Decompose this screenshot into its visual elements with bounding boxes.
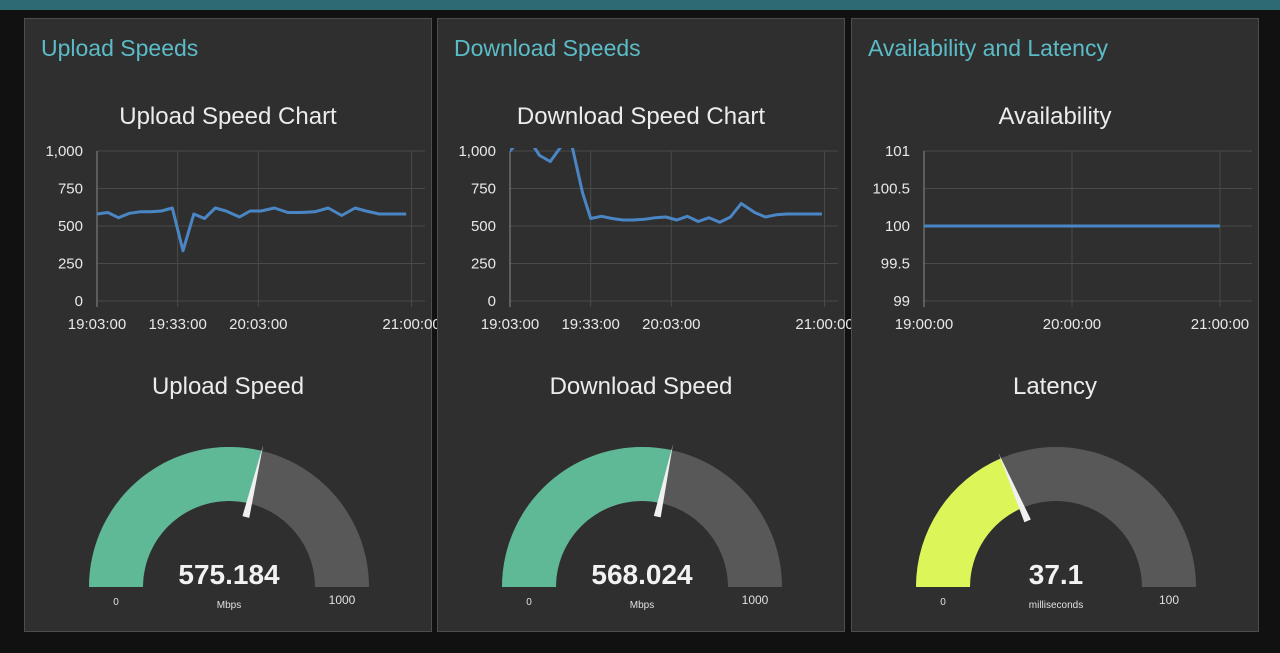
panel-download: Download Speeds Download Speed Chart 0 25… — [437, 18, 854, 632]
y-tick-label: 750 — [58, 181, 83, 198]
y-tick-label: 99 — [893, 293, 910, 310]
gauge-max-label: 1000 — [742, 593, 769, 607]
y-tick-label: 500 — [58, 218, 83, 235]
y-tick-label: 250 — [471, 256, 496, 273]
y-tick-label: 101 — [885, 143, 910, 160]
upload-speed-chart[interactable]: 0 250 500 750 1,000 19:03:00 19:33:00 20:03:00 2… — [25, 139, 440, 361]
y-tick-label: 99.5 — [881, 256, 910, 273]
gauge-title: Download Speed — [549, 373, 733, 400]
x-tick-label: 21:00:00 — [382, 316, 440, 333]
gauge-min-label: 0 — [113, 597, 119, 608]
gauge-max-label: 100 — [1159, 593, 1179, 607]
x-tick-label: 21:00:00 — [1191, 316, 1249, 333]
gauge-title: Latency — [1012, 373, 1098, 400]
gauge-units: Mbps — [630, 600, 654, 611]
y-tick-label: 1,000 — [458, 143, 496, 160]
gauge-min-label: 0 — [526, 597, 532, 608]
gauge-max-label: 1000 — [329, 593, 356, 607]
availability-chart[interactable]: 99 99.5 100 100.5 101 19:00:00 20:00:00 21:00:0… — [852, 139, 1260, 361]
gauge-value: 37.1 — [1029, 559, 1084, 590]
x-tick-label: 19:03:00 — [481, 316, 539, 333]
panel-availability-latency: Availability and Latency Availability 99… — [851, 18, 1259, 632]
panel-title: Download Speeds — [454, 35, 641, 61]
y-tick-label: 750 — [471, 181, 496, 198]
chart-title: Upload Speed Chart — [119, 103, 337, 130]
panel-title: Availability and Latency — [868, 35, 1108, 61]
gauge-title: Upload Speed — [151, 373, 305, 400]
y-tick-label: 1,000 — [45, 143, 83, 160]
x-tick-label: 19:00:00 — [895, 316, 953, 333]
gauge-fill — [916, 458, 1023, 587]
series-line — [97, 206, 407, 253]
panel-title: Upload Speeds — [41, 35, 199, 61]
y-tick-label: 100.5 — [872, 181, 910, 198]
download-speed-gauge: 568.024 Mbps 0 1000 — [502, 444, 782, 611]
gauge-units: Mbps — [217, 600, 241, 611]
x-tick-label: 19:33:00 — [561, 316, 619, 333]
x-tick-label: 20:03:00 — [229, 316, 287, 333]
chart-title: Availability — [998, 103, 1112, 130]
y-tick-label: 0 — [75, 293, 83, 310]
x-tick-label: 21:00:00 — [795, 316, 853, 333]
gauge-value: 568.024 — [591, 559, 693, 590]
y-tick-label: 0 — [488, 293, 496, 310]
y-tick-label: 100 — [885, 218, 910, 235]
gauge-value: 575.184 — [178, 559, 280, 590]
latency-gauge: 37.1 milliseconds 0 100 — [916, 447, 1196, 611]
gauge-units: milliseconds — [1029, 600, 1083, 611]
x-tick-label: 19:33:00 — [148, 316, 206, 333]
gauge-min-label: 0 — [940, 597, 946, 608]
y-tick-label: 500 — [471, 218, 496, 235]
chart-title: Download Speed Chart — [516, 103, 766, 130]
y-tick-label: 250 — [58, 256, 83, 273]
download-speed-chart[interactable]: 0 250 500 750 1,000 19:03:00 19:33:00 20:03:00 2… — [438, 139, 853, 361]
top-bar — [0, 0, 1280, 10]
panel-upload: Upload Speeds Upload Speed Chart 0 250 500… — [24, 18, 441, 632]
x-tick-label: 20:03:00 — [642, 316, 700, 333]
x-tick-label: 19:03:00 — [68, 316, 126, 333]
upload-speed-gauge: 575.184 Mbps 0 1000 — [89, 445, 369, 611]
x-tick-label: 20:00:00 — [1043, 316, 1101, 333]
